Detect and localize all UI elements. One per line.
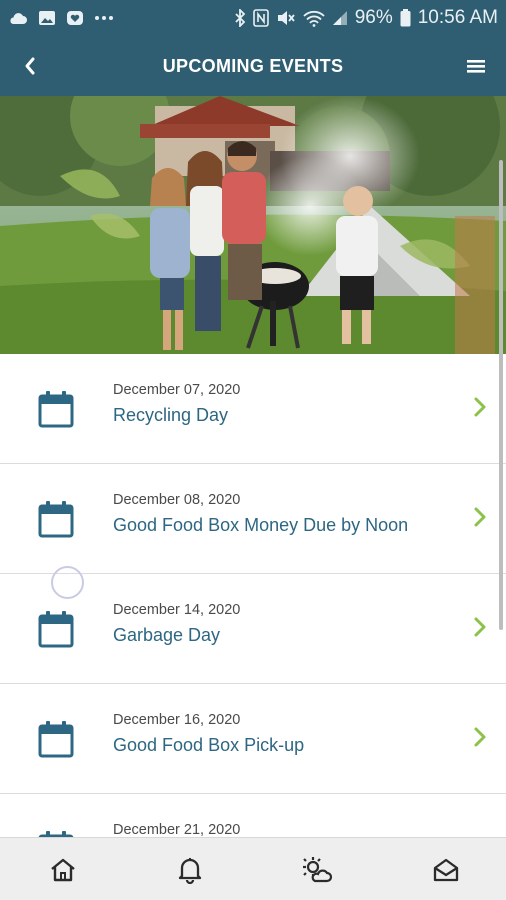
status-bar: 96% 10:56 AM bbox=[0, 0, 506, 36]
app-header: UPCOMING EVENTS bbox=[0, 36, 506, 96]
mail-open-icon bbox=[433, 858, 459, 882]
event-date: December 08, 2020 bbox=[113, 492, 241, 508]
nfc-icon bbox=[252, 9, 269, 27]
event-date: December 16, 2020 bbox=[113, 712, 241, 728]
gallery-icon bbox=[38, 10, 56, 26]
page-title: UPCOMING EVENTS bbox=[162, 55, 344, 76]
calendar-icon bbox=[38, 611, 74, 648]
calendar-icon bbox=[38, 501, 74, 538]
home-icon bbox=[51, 858, 75, 882]
calendar-icon bbox=[38, 391, 74, 428]
bluetooth-icon bbox=[234, 9, 246, 27]
nav-messages-button[interactable] bbox=[430, 854, 462, 886]
calendar-icon bbox=[38, 721, 74, 758]
bottom-navigation bbox=[0, 837, 506, 900]
nav-notifications-button[interactable] bbox=[174, 854, 206, 886]
back-button[interactable] bbox=[16, 52, 44, 80]
event-row[interactable]: December 16, 2020 Good Food Box Pick-up bbox=[0, 684, 506, 794]
status-left-icons bbox=[8, 10, 114, 26]
event-date: December 14, 2020 bbox=[113, 602, 241, 618]
touch-indicator bbox=[51, 566, 84, 599]
chevron-right-icon bbox=[474, 617, 486, 637]
hero-photo bbox=[0, 96, 506, 354]
hamburger-menu-icon bbox=[467, 60, 485, 73]
event-row[interactable]: December 07, 2020 Recycling Day bbox=[0, 354, 506, 464]
weather-icon bbox=[303, 857, 333, 883]
event-title: Good Food Box Money Due by Noon bbox=[113, 515, 409, 535]
event-date: December 21, 2020 bbox=[113, 822, 241, 837]
chevron-right-icon bbox=[474, 727, 486, 747]
heart-icon bbox=[66, 10, 84, 26]
status-right-icons: 96% 10:56 AM bbox=[234, 7, 498, 29]
bell-icon bbox=[178, 858, 202, 884]
event-title: Good Food Box Pick-up bbox=[113, 735, 305, 755]
nav-home-button[interactable] bbox=[47, 854, 79, 886]
family-barbecue-illustration bbox=[0, 96, 506, 354]
event-date: December 07, 2020 bbox=[113, 382, 241, 398]
chevron-right-icon bbox=[474, 397, 486, 417]
chevron-right-icon bbox=[474, 507, 486, 527]
event-row[interactable]: December 21, 2020 bbox=[0, 794, 506, 837]
event-title: Recycling Day bbox=[113, 405, 229, 425]
event-row[interactable]: December 08, 2020 Good Food Box Money Du… bbox=[0, 464, 506, 574]
battery-icon bbox=[400, 9, 411, 27]
signal-icon bbox=[332, 10, 348, 26]
event-title: Garbage Day bbox=[113, 625, 221, 645]
mute-icon bbox=[276, 9, 296, 27]
chevron-left-icon bbox=[25, 57, 35, 75]
cloud-icon bbox=[8, 11, 28, 25]
scrollbar[interactable] bbox=[499, 160, 503, 630]
calendar-icon bbox=[38, 831, 74, 837]
more-icon bbox=[94, 15, 114, 21]
battery-percent: 96% bbox=[354, 7, 393, 28]
clock: 10:56 AM bbox=[417, 7, 498, 28]
menu-button[interactable] bbox=[462, 52, 490, 80]
wifi-icon bbox=[303, 10, 325, 27]
nav-weather-button[interactable] bbox=[301, 854, 333, 886]
